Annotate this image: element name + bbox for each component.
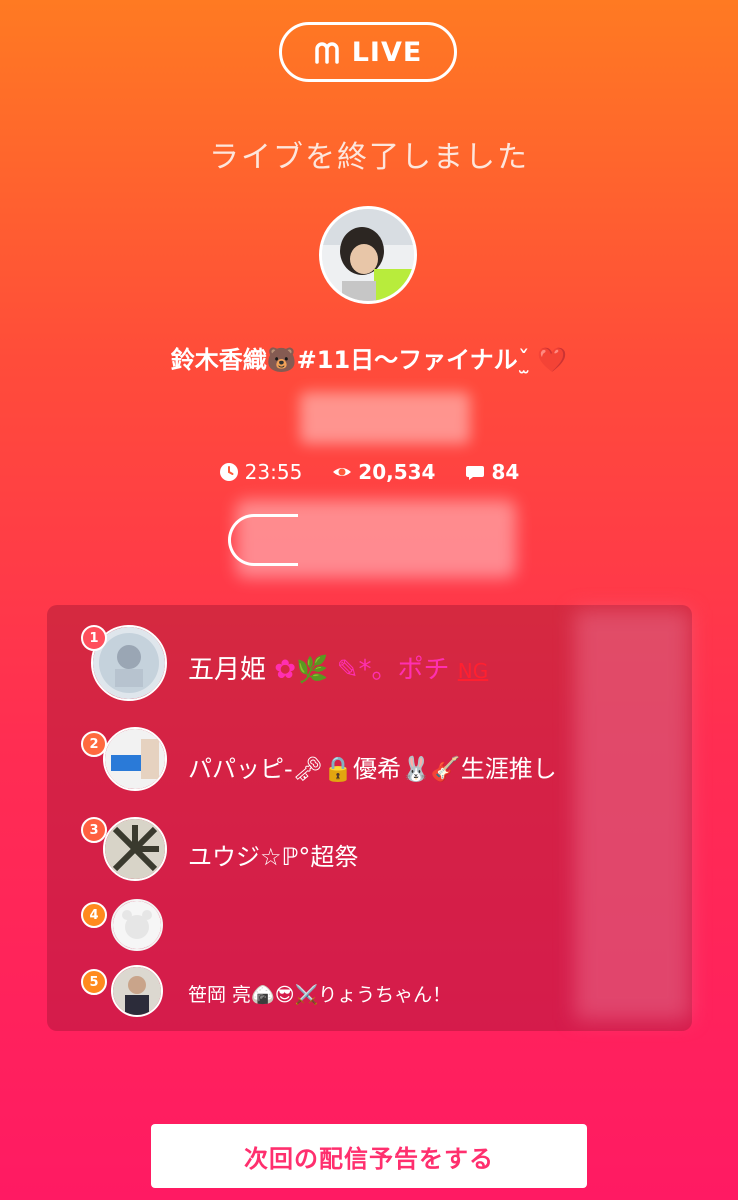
- comments-stat: 84: [465, 460, 519, 484]
- ranker-avatar[interactable]: [111, 899, 163, 951]
- logo-text: LIVE: [351, 36, 423, 68]
- ranker-name[interactable]: パパッピ-🗝🔒優希🐰🎸生涯推し: [188, 749, 557, 784]
- viewers-value: 20,534: [358, 460, 436, 484]
- blurred-area: [575, 610, 690, 1020]
- avatar-image: [113, 967, 161, 1015]
- viewers-stat: 20,534: [332, 460, 435, 484]
- rank-badge: 1: [81, 625, 107, 651]
- rank-badge: 4: [81, 902, 107, 928]
- rank-badge: 5: [81, 969, 107, 995]
- avatar-image: [105, 729, 165, 789]
- eye-icon: [333, 468, 352, 476]
- blurred-area: [300, 392, 470, 444]
- duration-value: 23:55: [244, 460, 303, 484]
- bear-emoji-icon: 🐻: [266, 346, 297, 374]
- blurred-area: [236, 500, 516, 578]
- ribbon-emoji-icon: ˇ̫: [517, 346, 538, 374]
- avatar-image: [113, 901, 161, 949]
- mirrativ-live-logo: LIVE: [279, 22, 457, 82]
- rank-badge: 3: [81, 817, 107, 843]
- stream-title: 鈴木香織🐻#11日〜ファイナルˇ̫ ❤️: [0, 340, 738, 375]
- avatar-photo: [322, 209, 414, 301]
- rank-badge: 2: [81, 731, 107, 757]
- avatar-image: [105, 819, 165, 879]
- streamer-name: 鈴木香織: [170, 346, 267, 374]
- ranker-avatar[interactable]: [111, 965, 163, 1017]
- heart-emoji-icon: ❤️: [537, 346, 568, 374]
- stream-title-suffix: #11日〜ファイナル: [296, 346, 518, 374]
- comments-value: 84: [491, 460, 520, 484]
- m-logo-icon: [314, 42, 339, 64]
- ranker-avatar[interactable]: [103, 817, 167, 881]
- streamer-avatar[interactable]: [319, 206, 417, 304]
- ranker-name[interactable]: 笹岡 亮🍙😎⚔️りょうちゃん！: [188, 980, 451, 1007]
- schedule-next-stream-button[interactable]: 次回の配信予告をする: [151, 1124, 587, 1188]
- stream-stats: 23:55 20,534 84: [0, 460, 738, 484]
- ranker-name[interactable]: 五月姫 ✿🌿 ✎*。ポチ NG: [188, 649, 488, 686]
- comment-bubble-icon: [466, 466, 485, 480]
- duration-stat: 23:55: [219, 460, 303, 484]
- clock-icon: [219, 463, 238, 481]
- ranker-name[interactable]: ユウジ☆ℙ°超祭: [188, 837, 358, 872]
- ranker-avatar[interactable]: [103, 727, 167, 791]
- live-ended-message: ライブを終了しました: [209, 140, 529, 175]
